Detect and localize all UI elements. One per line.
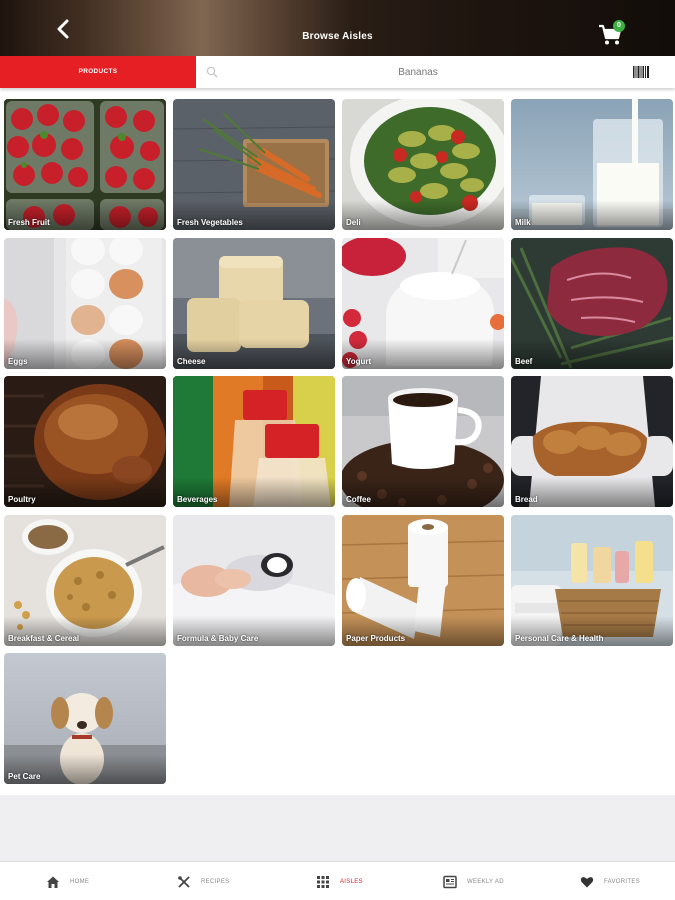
aisle-tile-beverages[interactable]: Beverages xyxy=(173,376,335,507)
aisle-tile-personal-care-health[interactable]: Personal Care & Health xyxy=(511,515,673,646)
home-icon xyxy=(47,876,59,888)
nav-home-label: HOME xyxy=(70,879,90,885)
aisle-label: Eggs xyxy=(8,357,28,366)
aisle-label: Milk xyxy=(515,218,531,227)
aisle-label: Fresh Vegetables xyxy=(177,218,243,227)
bottom-nav: HOME RECIPES AISLES WEEKLY AD FAVORITES xyxy=(0,861,675,900)
cart-count-badge: 0 xyxy=(613,20,625,32)
aisle-tile-breakfast-cereal[interactable]: Breakfast & Cereal xyxy=(4,515,166,646)
aisle-tile-paper-products[interactable]: Paper Products xyxy=(342,515,504,646)
app-root: Browse Aisles 0 PRODUCTS Bananas Fresh F… xyxy=(0,0,675,900)
nav-weekly-ad[interactable]: WEEKLY AD xyxy=(443,874,504,890)
aisle-label: Personal Care & Health xyxy=(515,634,604,643)
aisle-tile-fresh-vegetables[interactable]: Fresh Vegetables xyxy=(173,99,335,230)
nav-favorites-label: FAVORITES xyxy=(604,879,640,885)
search-icon xyxy=(206,66,218,78)
page-title: Browse Aisles xyxy=(302,31,373,42)
aisle-tile-formula-baby-care[interactable]: Formula & Baby Care xyxy=(173,515,335,646)
aisle-tile-yogurt[interactable]: Yogurt xyxy=(342,238,504,369)
nav-favorites[interactable]: FAVORITES xyxy=(580,874,640,890)
aisle-label: Coffee xyxy=(346,495,371,504)
aisle-tile-pet-care[interactable]: Pet Care xyxy=(4,653,166,784)
nav-recipes[interactable]: RECIPES xyxy=(177,874,229,890)
aisle-label: Fresh Fruit xyxy=(8,218,50,227)
aisle-label: Paper Products xyxy=(346,634,406,643)
aisle-label: Pet Care xyxy=(8,772,41,781)
aisle-label: Beverages xyxy=(177,495,218,504)
nav-weekly-ad-label: WEEKLY AD xyxy=(467,879,504,885)
aisle-tile-beef[interactable]: Beef xyxy=(511,238,673,369)
grid-icon xyxy=(317,876,329,888)
aisle-tile-bread[interactable]: Bread xyxy=(511,376,673,507)
aisle-label: Poultry xyxy=(8,495,36,504)
aisle-tile-poultry[interactable]: Poultry xyxy=(4,376,166,507)
aisle-tile-eggs[interactable]: Eggs xyxy=(4,238,166,369)
aisle-label: Bread xyxy=(515,495,538,504)
search-bar: PRODUCTS xyxy=(0,56,675,88)
newspaper-icon xyxy=(443,875,457,889)
aisle-label: Breakfast & Cereal xyxy=(8,634,80,643)
header-bar: Browse Aisles 0 xyxy=(0,0,675,56)
nav-aisles[interactable]: AISLES xyxy=(316,874,363,890)
content-footer-spacer xyxy=(0,795,675,861)
aisle-label: Formula & Baby Care xyxy=(177,634,259,643)
heart-icon xyxy=(580,877,594,888)
nav-aisles-label: AISLES xyxy=(340,879,363,885)
cart-button[interactable]: 0 xyxy=(598,20,626,48)
nav-home[interactable]: HOME xyxy=(46,874,89,890)
products-tab[interactable]: PRODUCTS xyxy=(0,56,196,88)
nav-recipes-label: RECIPES xyxy=(201,879,230,885)
aisle-label: Beef xyxy=(515,357,533,366)
aisle-tile-deli[interactable]: Deli xyxy=(342,99,504,230)
aisle-tile-fresh-fruit[interactable]: Fresh Fruit xyxy=(4,99,166,230)
search-input[interactable] xyxy=(228,62,608,82)
aisle-label: Yogurt xyxy=(346,357,372,366)
aisle-label: Cheese xyxy=(177,357,206,366)
aisle-label: Deli xyxy=(346,218,361,227)
barcode-icon[interactable] xyxy=(633,66,649,78)
aisle-tile-coffee[interactable]: Coffee xyxy=(342,376,504,507)
aisle-tile-cheese[interactable]: Cheese xyxy=(173,238,335,369)
fork-knife-icon xyxy=(178,876,190,888)
aisle-tile-milk[interactable]: Milk xyxy=(511,99,673,230)
